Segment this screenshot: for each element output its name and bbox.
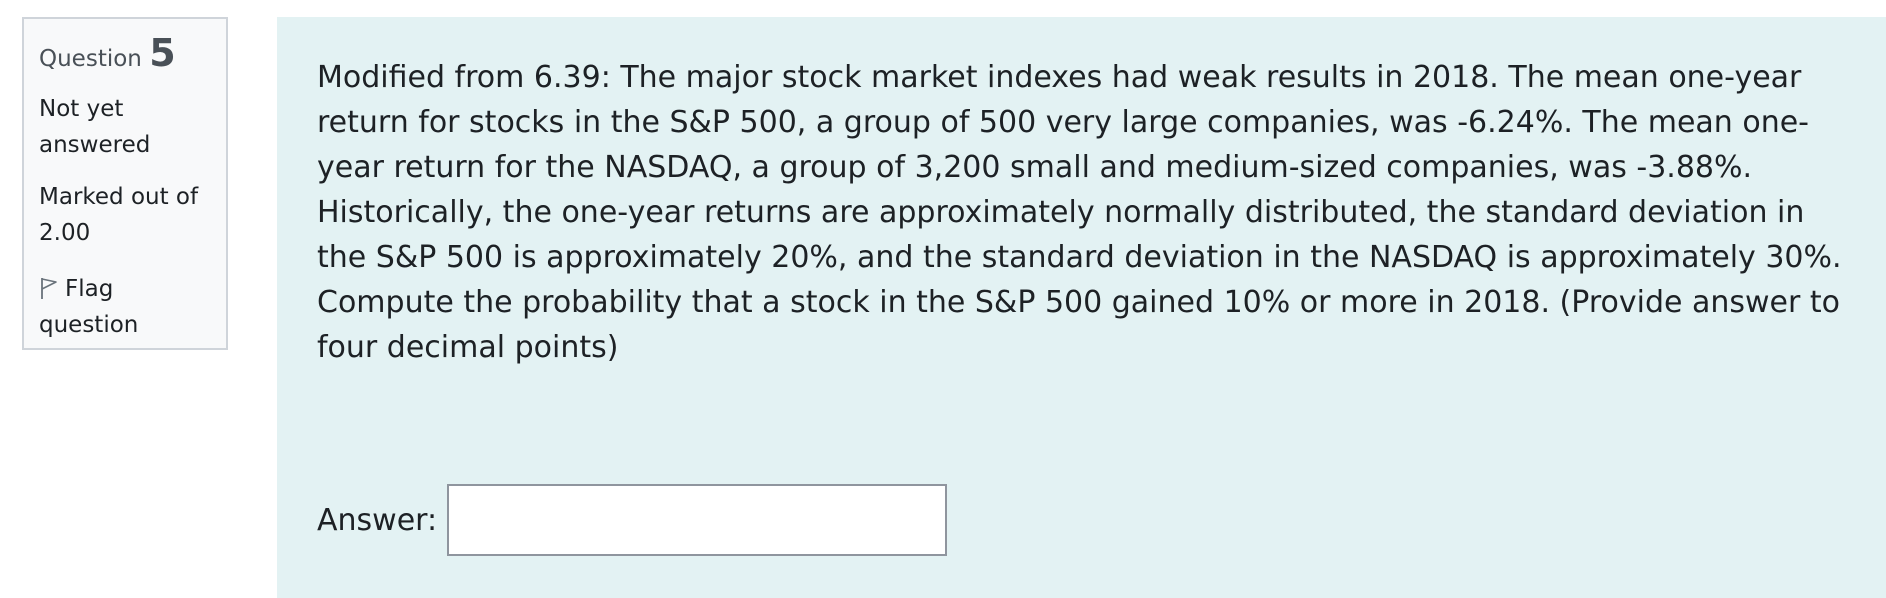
question-text: Modified from 6.39: The major stock mark… [317,60,1842,365]
question-number: 5 [149,31,176,75]
question-state: Not yet answered [39,91,211,163]
question-number-heading: Question 5 [39,31,211,77]
grade-line-1: Marked out of [39,183,199,210]
grade-line-2: 2.00 [39,219,91,246]
state-line-2: answered [39,131,151,158]
flag-line-1: Flag [65,275,114,302]
answer-label: Answer: [317,502,438,538]
question-grade: Marked out of 2.00 [39,179,211,251]
state-line-1: Not yet [39,95,124,122]
answer-row: Answer: [317,484,948,556]
answer-input[interactable] [447,484,948,556]
question-content-panel: Modified from 6.39: The major stock mark… [277,17,1886,598]
question-info-panel: Question 5 Not yet answered Marked out o… [22,17,228,350]
flag-line-2: question [39,311,139,338]
question-label: Question [39,46,142,72]
flag-question-button[interactable]: Flag question [39,271,211,343]
flag-outline-icon [39,275,59,299]
